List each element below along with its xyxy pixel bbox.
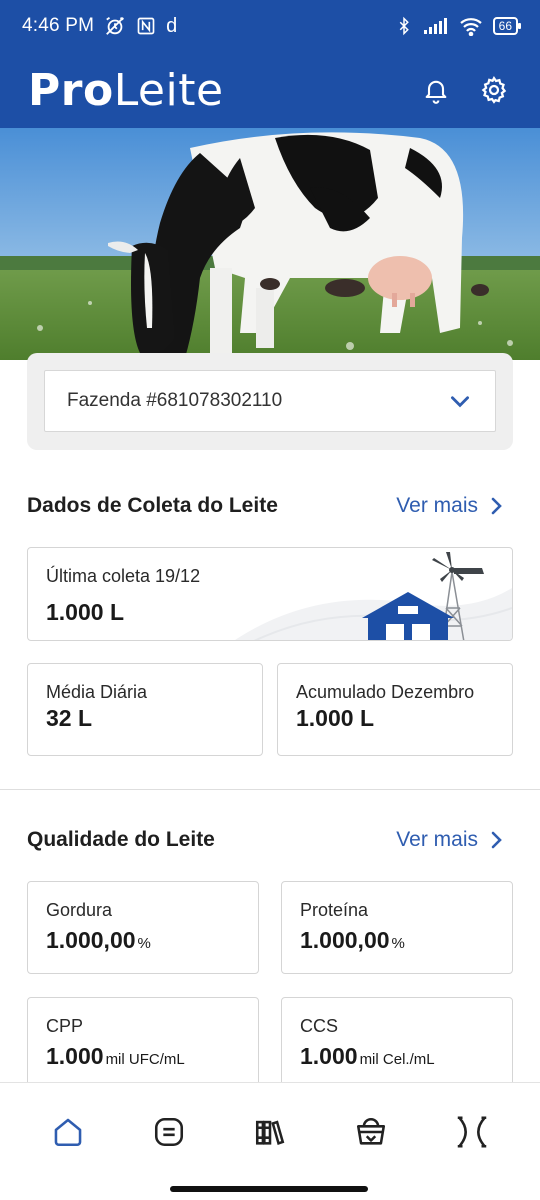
notifications-button[interactable] bbox=[418, 72, 454, 108]
proteina-label: Proteína bbox=[300, 900, 369, 920]
nav-list[interactable] bbox=[145, 1108, 193, 1156]
qualidade-ver-mais-link[interactable]: Ver mais bbox=[396, 828, 504, 852]
chevron-right-icon bbox=[491, 497, 502, 515]
settings-button[interactable] bbox=[476, 72, 512, 108]
cpp-value: 1.000 mil UFC/mL bbox=[46, 1043, 185, 1069]
nav-basket[interactable] bbox=[347, 1108, 395, 1156]
media-diaria-label: Média Diária bbox=[46, 682, 148, 702]
acumulado-label: Acumulado Dezembro bbox=[296, 682, 475, 702]
proteina-value: 1.000,00% bbox=[300, 927, 405, 953]
gordura-value: 1.000,00% bbox=[46, 927, 151, 953]
farm-select-value: Fazenda #681078302110 bbox=[67, 390, 283, 411]
bell-icon bbox=[425, 80, 447, 104]
farm-selector-card: Fazenda #681078302110 bbox=[27, 353, 513, 450]
app-bar: ProLeite bbox=[0, 52, 540, 128]
section-divider bbox=[0, 789, 540, 790]
qualidade-section-title: Qualidade do Leite bbox=[27, 828, 215, 851]
alarm-off-icon bbox=[106, 16, 125, 35]
chevron-right-icon bbox=[491, 831, 502, 849]
gordura-label: Gordura bbox=[46, 900, 113, 920]
app-logo: ProLeite bbox=[28, 64, 224, 116]
nav-library[interactable] bbox=[246, 1108, 294, 1156]
media-diaria-card[interactable]: Média Diária 32 L bbox=[27, 663, 263, 756]
market-icon bbox=[457, 1115, 486, 1148]
battery-icon: 66 bbox=[492, 17, 522, 35]
nav-market[interactable] bbox=[448, 1108, 496, 1156]
coleta-ver-mais-link[interactable]: Ver mais bbox=[396, 494, 504, 518]
nav-home[interactable] bbox=[44, 1108, 92, 1156]
status-time: 4:46 PM bbox=[22, 15, 95, 36]
ccs-value: 1.000 mil Cel./mL bbox=[300, 1043, 435, 1069]
gordura-card[interactable]: Gordura 1.000,00% bbox=[27, 881, 259, 974]
books-icon bbox=[255, 1119, 285, 1145]
status-bar: 4:46 PM d 66 bbox=[0, 0, 540, 52]
farm-select[interactable]: Fazenda #681078302110 bbox=[44, 370, 496, 432]
home-indicator bbox=[170, 1186, 368, 1192]
proteina-card[interactable]: Proteína 1.000,00% bbox=[281, 881, 513, 974]
wifi-icon bbox=[459, 18, 482, 36]
signal-icon bbox=[423, 18, 447, 34]
home-icon bbox=[55, 1118, 82, 1146]
ccs-label: CCS bbox=[300, 1016, 339, 1036]
ultima-coleta-card[interactable]: Última coleta 19/12 1.000 L bbox=[27, 547, 513, 641]
cow-illustration bbox=[0, 128, 540, 360]
coleta-section-title: Dados de Coleta do Leite bbox=[27, 494, 278, 517]
cpp-label: CPP bbox=[46, 1016, 84, 1036]
hero-cow-image bbox=[0, 128, 540, 360]
bottom-navigation bbox=[0, 1082, 540, 1180]
media-diaria-value: 32 L bbox=[46, 705, 93, 731]
acumulado-value: 1.000 L bbox=[296, 705, 374, 731]
gear-icon bbox=[481, 75, 507, 104]
acumulado-card[interactable]: Acumulado Dezembro 1.000 L bbox=[277, 663, 513, 756]
nfc-icon bbox=[137, 17, 155, 35]
list-icon bbox=[155, 1117, 184, 1146]
basket-icon bbox=[356, 1117, 385, 1145]
chevron-down-icon bbox=[451, 396, 469, 408]
app-notification-icon: d bbox=[166, 14, 178, 37]
farm-barn-illustration bbox=[235, 552, 512, 640]
bluetooth-icon bbox=[399, 16, 409, 36]
